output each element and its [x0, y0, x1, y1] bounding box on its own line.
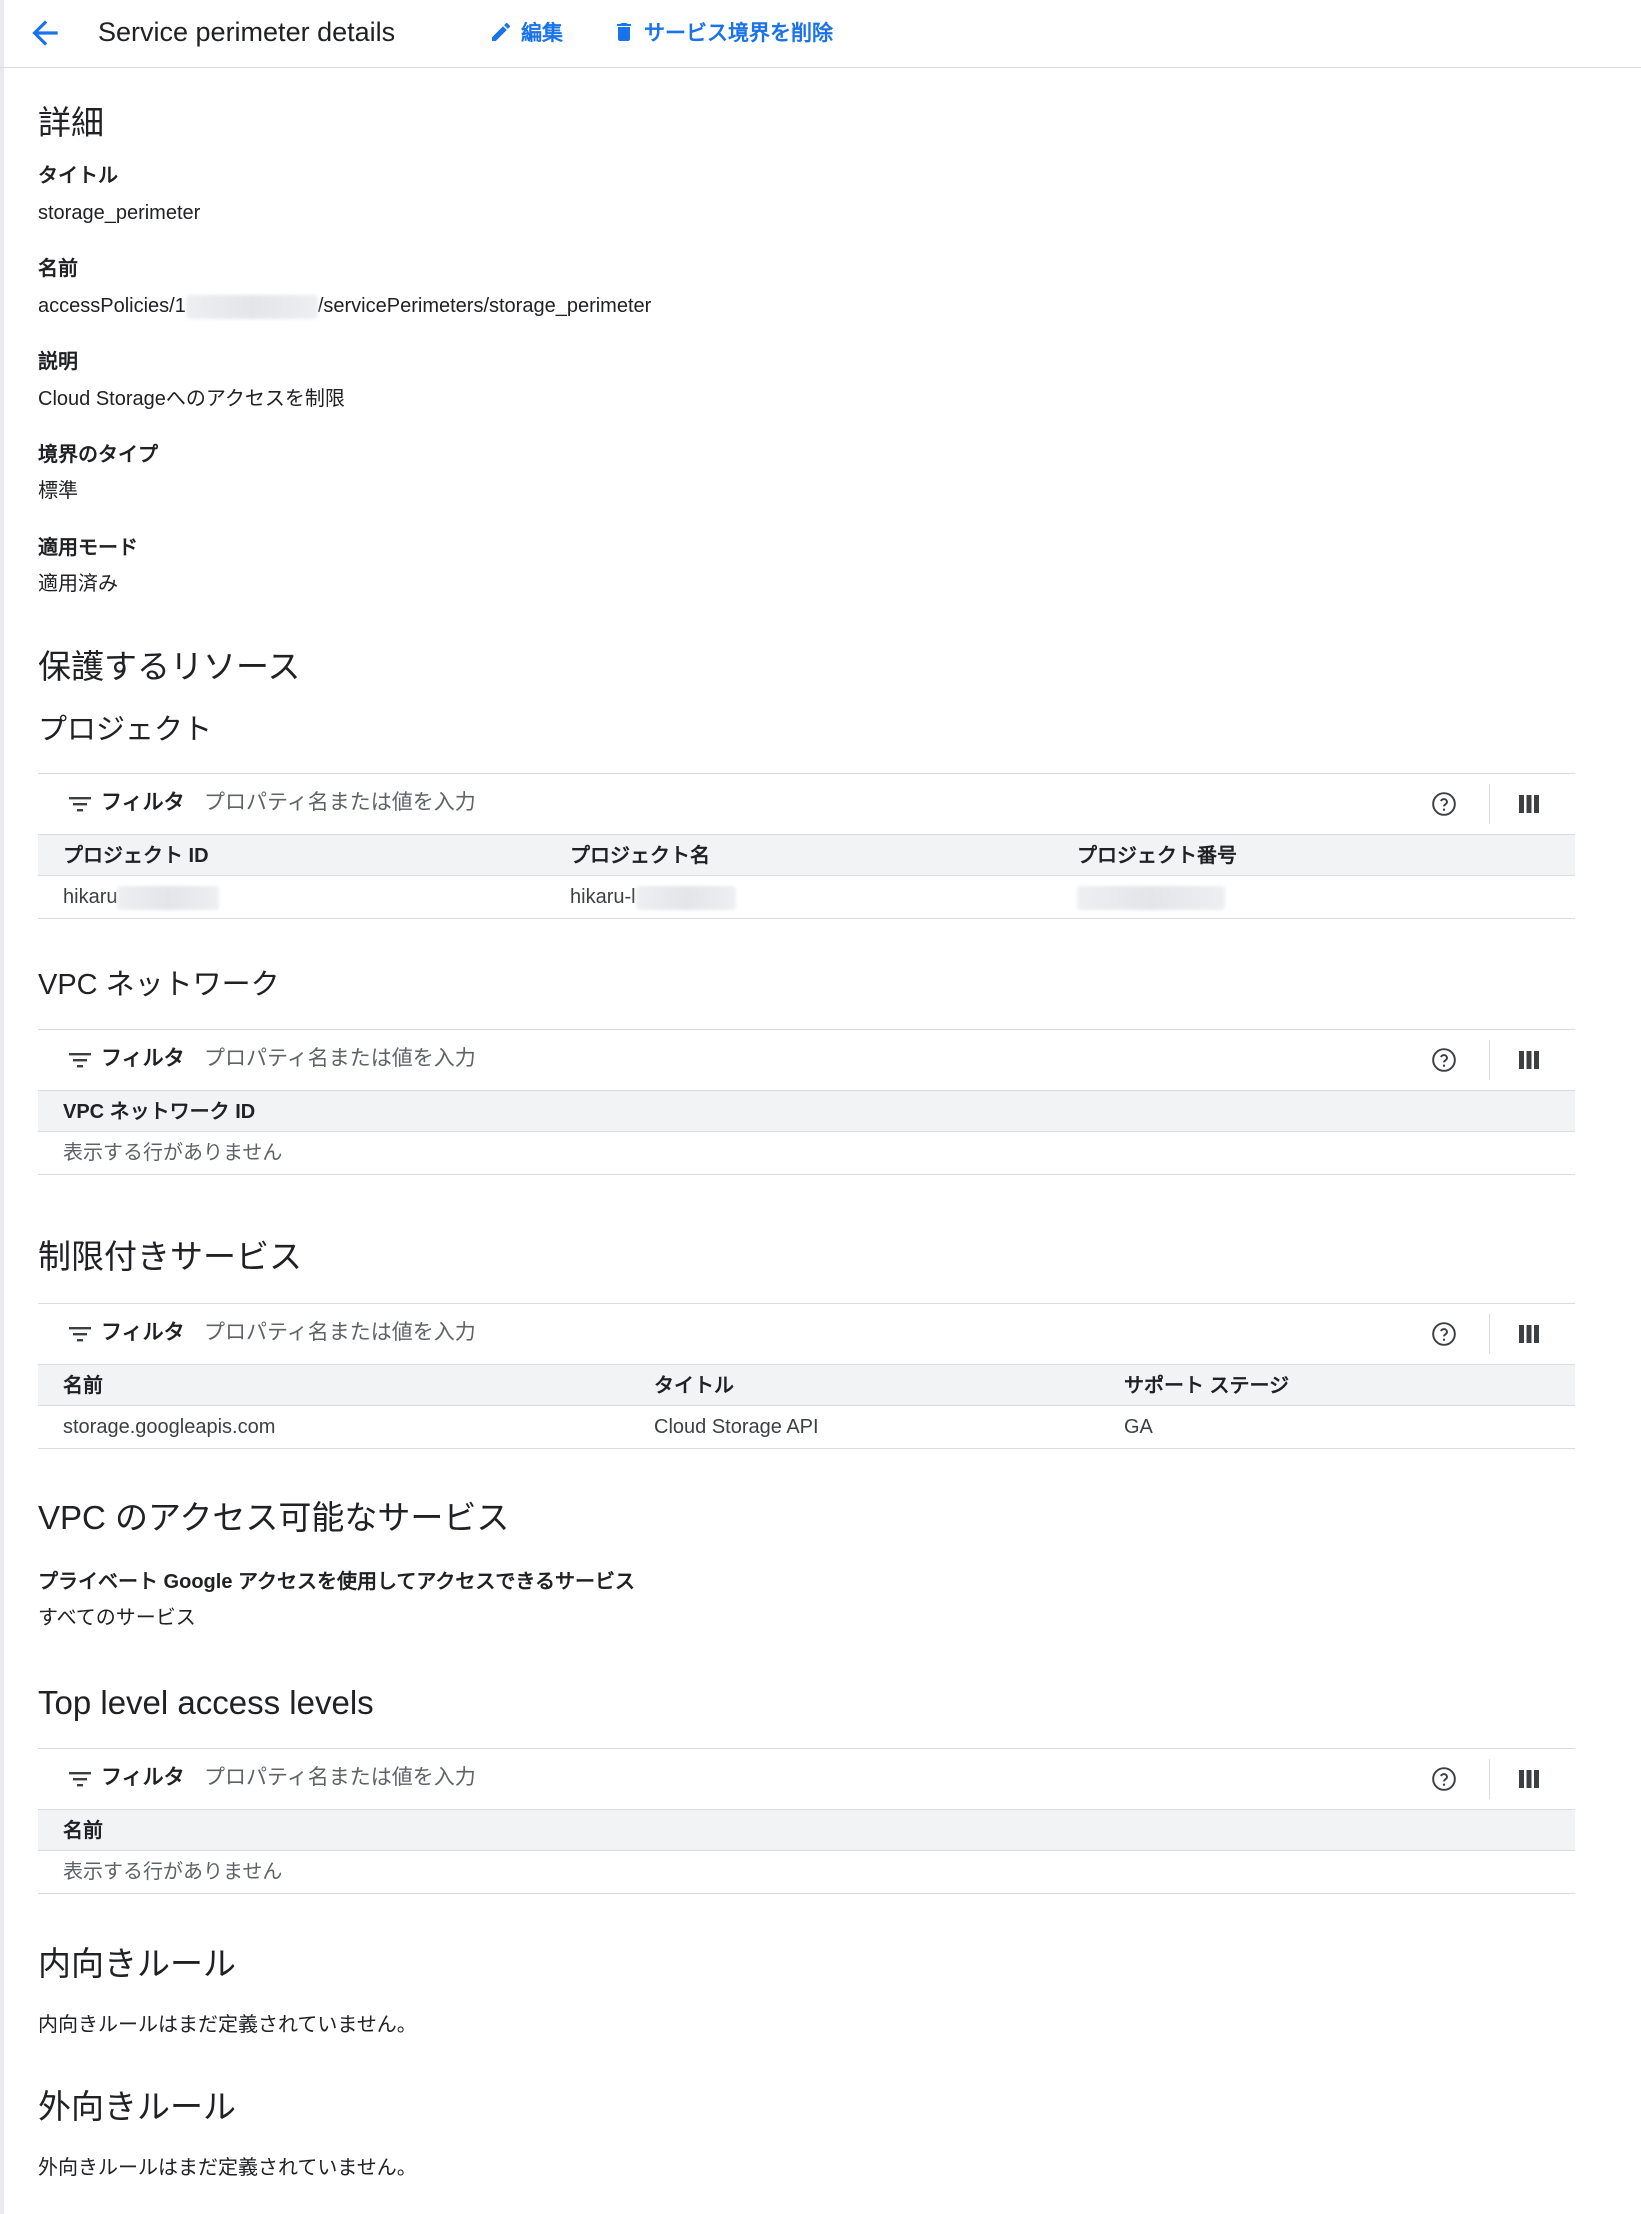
filter-label: フィルタ: [101, 1047, 185, 1070]
name-suffix: /servicePerimeters/storage_perimeter: [317, 295, 652, 317]
column-header[interactable]: プロジェクト ID: [63, 842, 209, 870]
table-toolbar: フィルタ: [38, 1748, 1575, 1809]
field-value-description: Cloud Storageへのアクセスを制限: [38, 388, 345, 410]
top-bar: Service perimeter details 編集 サービス境界を削除: [0, 0, 1641, 68]
restricted-services-heading: 制限付きサービス: [38, 1238, 302, 1275]
table-empty-row: 表示する行がありません: [38, 1851, 1575, 1894]
table-header: 名前 タイトル サポート ステージ: [38, 1364, 1575, 1406]
delete-perimeter-button[interactable]: サービス境界を削除: [612, 14, 833, 50]
column-header[interactable]: タイトル: [654, 1372, 734, 1400]
edit-button[interactable]: 編集: [489, 14, 563, 50]
table-header: プロジェクト ID プロジェクト名 プロジェクト番号: [38, 834, 1575, 876]
field-label-description: 説明: [38, 351, 78, 373]
redacted-block: [185, 294, 318, 319]
vpc-network-table: フィルタ VPC ネットワーク ID 表示する行がありません: [38, 1029, 1575, 1175]
name-prefix: accessPolicies/1: [38, 295, 186, 317]
egress-rules-text: 外向きルールはまだ定義されていません。: [38, 2157, 417, 2179]
field-value-title: storage_perimeter: [38, 202, 201, 224]
empty-message: 表示する行がありません: [63, 1861, 283, 1883]
filter-input[interactable]: [204, 786, 804, 820]
filter-icon: [69, 797, 91, 812]
column-display-icon[interactable]: [1518, 793, 1540, 815]
column-header[interactable]: サポート ステージ: [1124, 1372, 1289, 1400]
column-header[interactable]: プロジェクト番号: [1077, 842, 1237, 870]
trash-icon: [617, 23, 631, 41]
table-header: 名前: [38, 1809, 1575, 1851]
toolbar-divider: [1489, 1759, 1490, 1799]
details-heading: 詳細: [38, 104, 104, 141]
vpc-accessible-value: すべてのサービス: [38, 1607, 196, 1629]
back-button[interactable]: [26, 14, 64, 52]
filter-input[interactable]: [204, 1042, 804, 1076]
help-circle-icon[interactable]: [1431, 1047, 1457, 1073]
field-label-perimeter-type: 境界のタイプ: [38, 444, 158, 466]
table-toolbar: フィルタ: [38, 1029, 1575, 1090]
page-left-border: [0, 0, 4, 2214]
column-header[interactable]: 名前: [63, 1372, 103, 1400]
field-label-title: タイトル: [38, 165, 118, 187]
redacted-block: [117, 885, 220, 910]
filter-label: フィルタ: [101, 791, 185, 814]
access-levels-heading: Top level access levels: [38, 1684, 374, 1721]
filter-icon: [69, 1772, 91, 1787]
vpc-accessible-services-heading: VPC のアクセス可能なサービス: [38, 1499, 510, 1536]
help-circle-icon[interactable]: [1431, 791, 1457, 817]
column-header[interactable]: プロジェクト名: [570, 842, 710, 870]
help-circle-icon[interactable]: [1431, 1321, 1457, 1347]
column-display-icon[interactable]: [1518, 1049, 1540, 1071]
column-display-icon[interactable]: [1518, 1768, 1540, 1790]
restricted-services-table: フィルタ 名前 タイトル サポート ステージ storage.googleapi…: [38, 1303, 1575, 1449]
service-stage-cell: GA: [1124, 1416, 1153, 1438]
filter-input[interactable]: [204, 1316, 804, 1350]
table-empty-row: 表示する行がありません: [38, 1132, 1575, 1175]
projects-heading: プロジェクト: [38, 714, 213, 746]
redacted-block: [1077, 885, 1225, 910]
empty-message: 表示する行がありません: [63, 1142, 283, 1164]
egress-rules-heading: 外向きルール: [38, 2088, 236, 2125]
table-header: VPC ネットワーク ID: [38, 1090, 1575, 1132]
ingress-rules-heading: 内向きルール: [38, 1945, 236, 1982]
table-row: hikaru hikaru-l: [38, 876, 1575, 919]
filter-label: フィルタ: [101, 1766, 185, 1789]
toolbar-divider: [1489, 784, 1490, 824]
filter-input[interactable]: [204, 1761, 804, 1795]
page-title: Service perimeter details: [98, 17, 396, 47]
field-value-perimeter-type: 標準: [38, 480, 78, 502]
toolbar-divider: [1489, 1314, 1490, 1354]
project-number-cell: [1077, 883, 1225, 911]
column-display-icon[interactable]: [1518, 1323, 1540, 1345]
field-label-name: 名前: [38, 258, 78, 280]
pencil-icon: [492, 22, 511, 41]
access-levels-table: フィルタ 名前 表示する行がありません: [38, 1748, 1575, 1894]
protected-resources-heading: 保護するリソース: [38, 648, 301, 685]
filter-icon: [69, 1327, 91, 1342]
vpc-accessible-label: プライベート Google アクセスを使用してアクセスできるサービス: [38, 1571, 635, 1593]
field-value-enforcement-mode: 適用済み: [38, 573, 118, 595]
table-toolbar: フィルタ: [38, 773, 1575, 834]
project-name-cell: hikaru-l: [570, 883, 736, 911]
delete-label: サービス境界を削除: [644, 22, 833, 45]
column-header[interactable]: 名前: [63, 1817, 103, 1845]
service-name-cell: storage.googleapis.com: [63, 1416, 276, 1438]
projects-table: フィルタ プロジェクト ID プロジェクト名 プロジェクト番号 hikaru h…: [38, 773, 1575, 919]
field-value-name: accessPolicies/1/servicePerimeters/stora…: [38, 292, 651, 320]
filter-icon: [69, 1053, 91, 1068]
edit-label: 編集: [521, 22, 563, 45]
redacted-block: [635, 885, 736, 910]
field-label-enforcement-mode: 適用モード: [38, 537, 138, 559]
table-toolbar: フィルタ: [38, 1303, 1575, 1364]
help-circle-icon[interactable]: [1431, 1766, 1457, 1792]
ingress-rules-text: 内向きルールはまだ定義されていません。: [38, 2014, 417, 2036]
table-row: storage.googleapis.com Cloud Storage API…: [38, 1406, 1575, 1449]
filter-label: フィルタ: [101, 1321, 185, 1344]
service-title-cell: Cloud Storage API: [654, 1416, 819, 1438]
arrow-back-icon: [32, 20, 58, 46]
column-header[interactable]: VPC ネットワーク ID: [63, 1098, 255, 1126]
project-id-cell: hikaru: [63, 883, 220, 911]
vpc-network-heading: VPC ネットワーク: [38, 969, 280, 1001]
toolbar-divider: [1489, 1040, 1490, 1080]
